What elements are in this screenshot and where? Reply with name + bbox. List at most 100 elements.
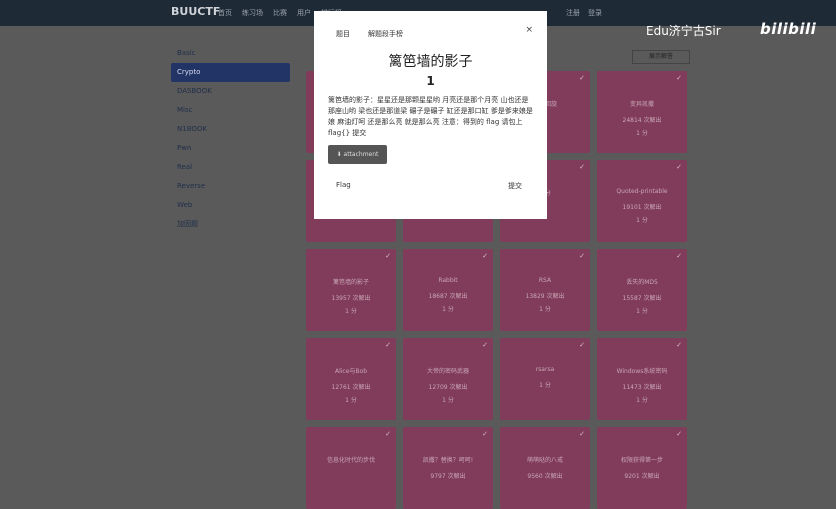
challenge-name: rsarsa [535, 366, 555, 373]
solve-count: 9201 次解出 [624, 473, 660, 480]
nav-right: 注册 登录 [566, 8, 602, 18]
solve-count: 18687 次解出 [428, 293, 468, 300]
challenge-points: 1 [426, 74, 435, 88]
challenge-name: 大帝的密码武器 [426, 368, 469, 375]
challenge-card[interactable]: 大帝的密码武器 12709 次解出 1 分 ✓ [403, 338, 493, 420]
sidebar-item-real[interactable]: Real [171, 158, 290, 177]
sort-toggle-button[interactable]: 展示解答 [632, 50, 690, 64]
tab-solvers[interactable]: 解题段手榜 [368, 29, 403, 39]
solved-check-icon: ✓ [579, 341, 585, 349]
points-value: 1 分 [636, 130, 648, 137]
close-icon[interactable]: × [525, 25, 533, 35]
solved-check-icon: ✓ [579, 252, 585, 260]
watermark-text: Edu济宁古Sir [646, 24, 721, 38]
sidebar-item-crypto[interactable]: Crypto [171, 63, 290, 82]
challenge-title: 篱笆墙的影子 [388, 54, 473, 70]
challenge-name: 变异凯撒 [629, 101, 654, 108]
solved-check-icon: ✓ [676, 163, 682, 171]
challenge-card[interactable]: 权限获得第一步 9201 次解出 ✓ [597, 427, 687, 509]
solved-check-icon: ✓ [482, 252, 488, 260]
challenge-name: 信息化时代的步伐 [326, 457, 375, 464]
solve-count: 19101 次解出 [622, 204, 662, 211]
challenge-card[interactable]: 篱笆墙的影子 13957 次解出 1 分 ✓ [306, 249, 396, 331]
challenge-card[interactable]: RSA 13829 次解出 1 分 ✓ [500, 249, 590, 331]
sidebar-item-basic[interactable]: Basic [171, 44, 290, 63]
challenge-card[interactable]: 萌萌哒的八戒 9560 次解出 ✓ [500, 427, 590, 509]
challenge-name: Quoted-printable [616, 188, 668, 195]
points-value: 1 分 [636, 397, 648, 404]
flag-input[interactable]: Flag [336, 181, 351, 189]
points-value: 1 分 [345, 308, 357, 315]
solved-check-icon: ✓ [482, 430, 488, 438]
challenge-card[interactable]: Rabbit 18687 次解出 1 分 ✓ [403, 249, 493, 331]
sidebar-item-misc[interactable]: Misc [171, 101, 290, 120]
nav-link-register[interactable]: 注册 [566, 8, 580, 18]
challenge-modal: 题目 解题段手榜 × 篱笆墙的影子 1 篱笆墙的影子：星星还是那颗星星哟 月亮还… [314, 11, 547, 219]
solved-check-icon: ✓ [676, 430, 682, 438]
challenge-card[interactable]: 变异凯撒 24814 次解出 1 分 ✓ [597, 71, 687, 153]
solved-check-icon: ✓ [579, 430, 585, 438]
solved-check-icon: ✓ [676, 341, 682, 349]
solve-count: 9560 次解出 [527, 473, 563, 480]
solve-count: 11473 次解出 [622, 384, 662, 391]
challenge-name: 篱笆墙的影子 [332, 279, 369, 286]
challenge-name: 权限获得第一步 [620, 457, 663, 464]
points-value: 1 分 [345, 397, 357, 404]
challenge-card[interactable]: Alice与Bob 12761 次解出 1 分 ✓ [306, 338, 396, 420]
sidebar-item-n1book[interactable]: N1BOOK [171, 120, 290, 139]
brand-logo[interactable]: BUUCTF [171, 5, 220, 18]
challenge-description: 篱笆墙的影子：星星还是那颗星星哟 月亮还是那个月亮 山也还是那座山哟 梁也还是那… [328, 96, 533, 137]
submit-button[interactable]: 提交 [508, 181, 522, 191]
solved-check-icon: ✓ [579, 74, 585, 82]
challenge-name: RSA [538, 277, 552, 284]
points-value: 1 分 [636, 217, 648, 224]
points-value: 1 分 [442, 397, 454, 404]
challenge-card[interactable]: Quoted-printable 19101 次解出 1 分 ✓ [597, 160, 687, 242]
solve-count: 12709 次解出 [428, 384, 468, 391]
sidebar-item-web[interactable]: Web [171, 196, 290, 215]
nav-link-practice[interactable]: 练习场 [242, 8, 263, 18]
nav-link-login[interactable]: 登录 [588, 8, 602, 18]
sidebar-item-reverse[interactable]: Reverse [171, 177, 290, 196]
solved-check-icon: ✓ [482, 341, 488, 349]
challenge-card[interactable]: rsarsa 1 分 ✓ [500, 338, 590, 420]
challenge-card[interactable]: 丢失的MD5 15587 次解出 1 分 ✓ [597, 249, 687, 331]
sidebar-item-hardening[interactable]: 加固题 [171, 215, 290, 234]
challenge-card[interactable]: Windows系统密码 11473 次解出 1 分 ✓ [597, 338, 687, 420]
solve-count: 13957 次解出 [331, 295, 371, 302]
challenge-name: 丢失的MD5 [626, 279, 658, 286]
points-value: 1 分 [539, 306, 551, 313]
solve-count: 9797 次解出 [430, 473, 466, 480]
tab-challenge[interactable]: 题目 [336, 29, 350, 39]
points-value: 1 分 [636, 308, 648, 315]
category-sidebar: Basic Crypto DASBOOK Misc N1BOOK Pwn Rea… [171, 44, 290, 234]
challenge-card[interactable]: 凯撒？替换？呵呵! 9797 次解出 ✓ [403, 427, 493, 509]
download-attachment-button[interactable]: ⬇ attachment [328, 145, 387, 164]
challenge-name: Rabbit [438, 277, 458, 284]
nav-link-contests[interactable]: 比赛 [273, 8, 287, 18]
solved-check-icon: ✓ [385, 430, 391, 438]
points-value: 1 分 [442, 306, 454, 313]
nav-link-users[interactable]: 用户 [297, 8, 311, 18]
sidebar-item-dasbook[interactable]: DASBOOK [171, 82, 290, 101]
solve-count: 15587 次解出 [622, 295, 662, 302]
solved-check-icon: ✓ [385, 341, 391, 349]
challenge-card[interactable]: 信息化时代的步伐 ✓ [306, 427, 396, 509]
challenge-name: 萌萌哒的八戒 [526, 457, 563, 464]
challenge-name: Alice与Bob [334, 368, 368, 375]
bilibili-logo: bilibili [760, 20, 817, 38]
nav-link-home[interactable]: 首页 [218, 8, 232, 18]
sidebar-item-pwn[interactable]: Pwn [171, 139, 290, 158]
solved-check-icon: ✓ [385, 252, 391, 260]
download-icon: ⬇ [336, 151, 344, 158]
challenge-name: Windows系统密码 [616, 368, 668, 375]
solved-check-icon: ✓ [676, 74, 682, 82]
solve-count: 12761 次解出 [331, 384, 371, 391]
download-label: attachment [343, 151, 379, 158]
challenge-name: 凯撒？替换？呵呵! [422, 457, 474, 464]
modal-tabs: 题目 解题段手榜 [336, 29, 403, 39]
solve-count: 13829 次解出 [525, 293, 565, 300]
solve-count: 24814 次解出 [622, 117, 662, 124]
solved-check-icon: ✓ [676, 252, 682, 260]
solved-check-icon: ✓ [579, 163, 585, 171]
